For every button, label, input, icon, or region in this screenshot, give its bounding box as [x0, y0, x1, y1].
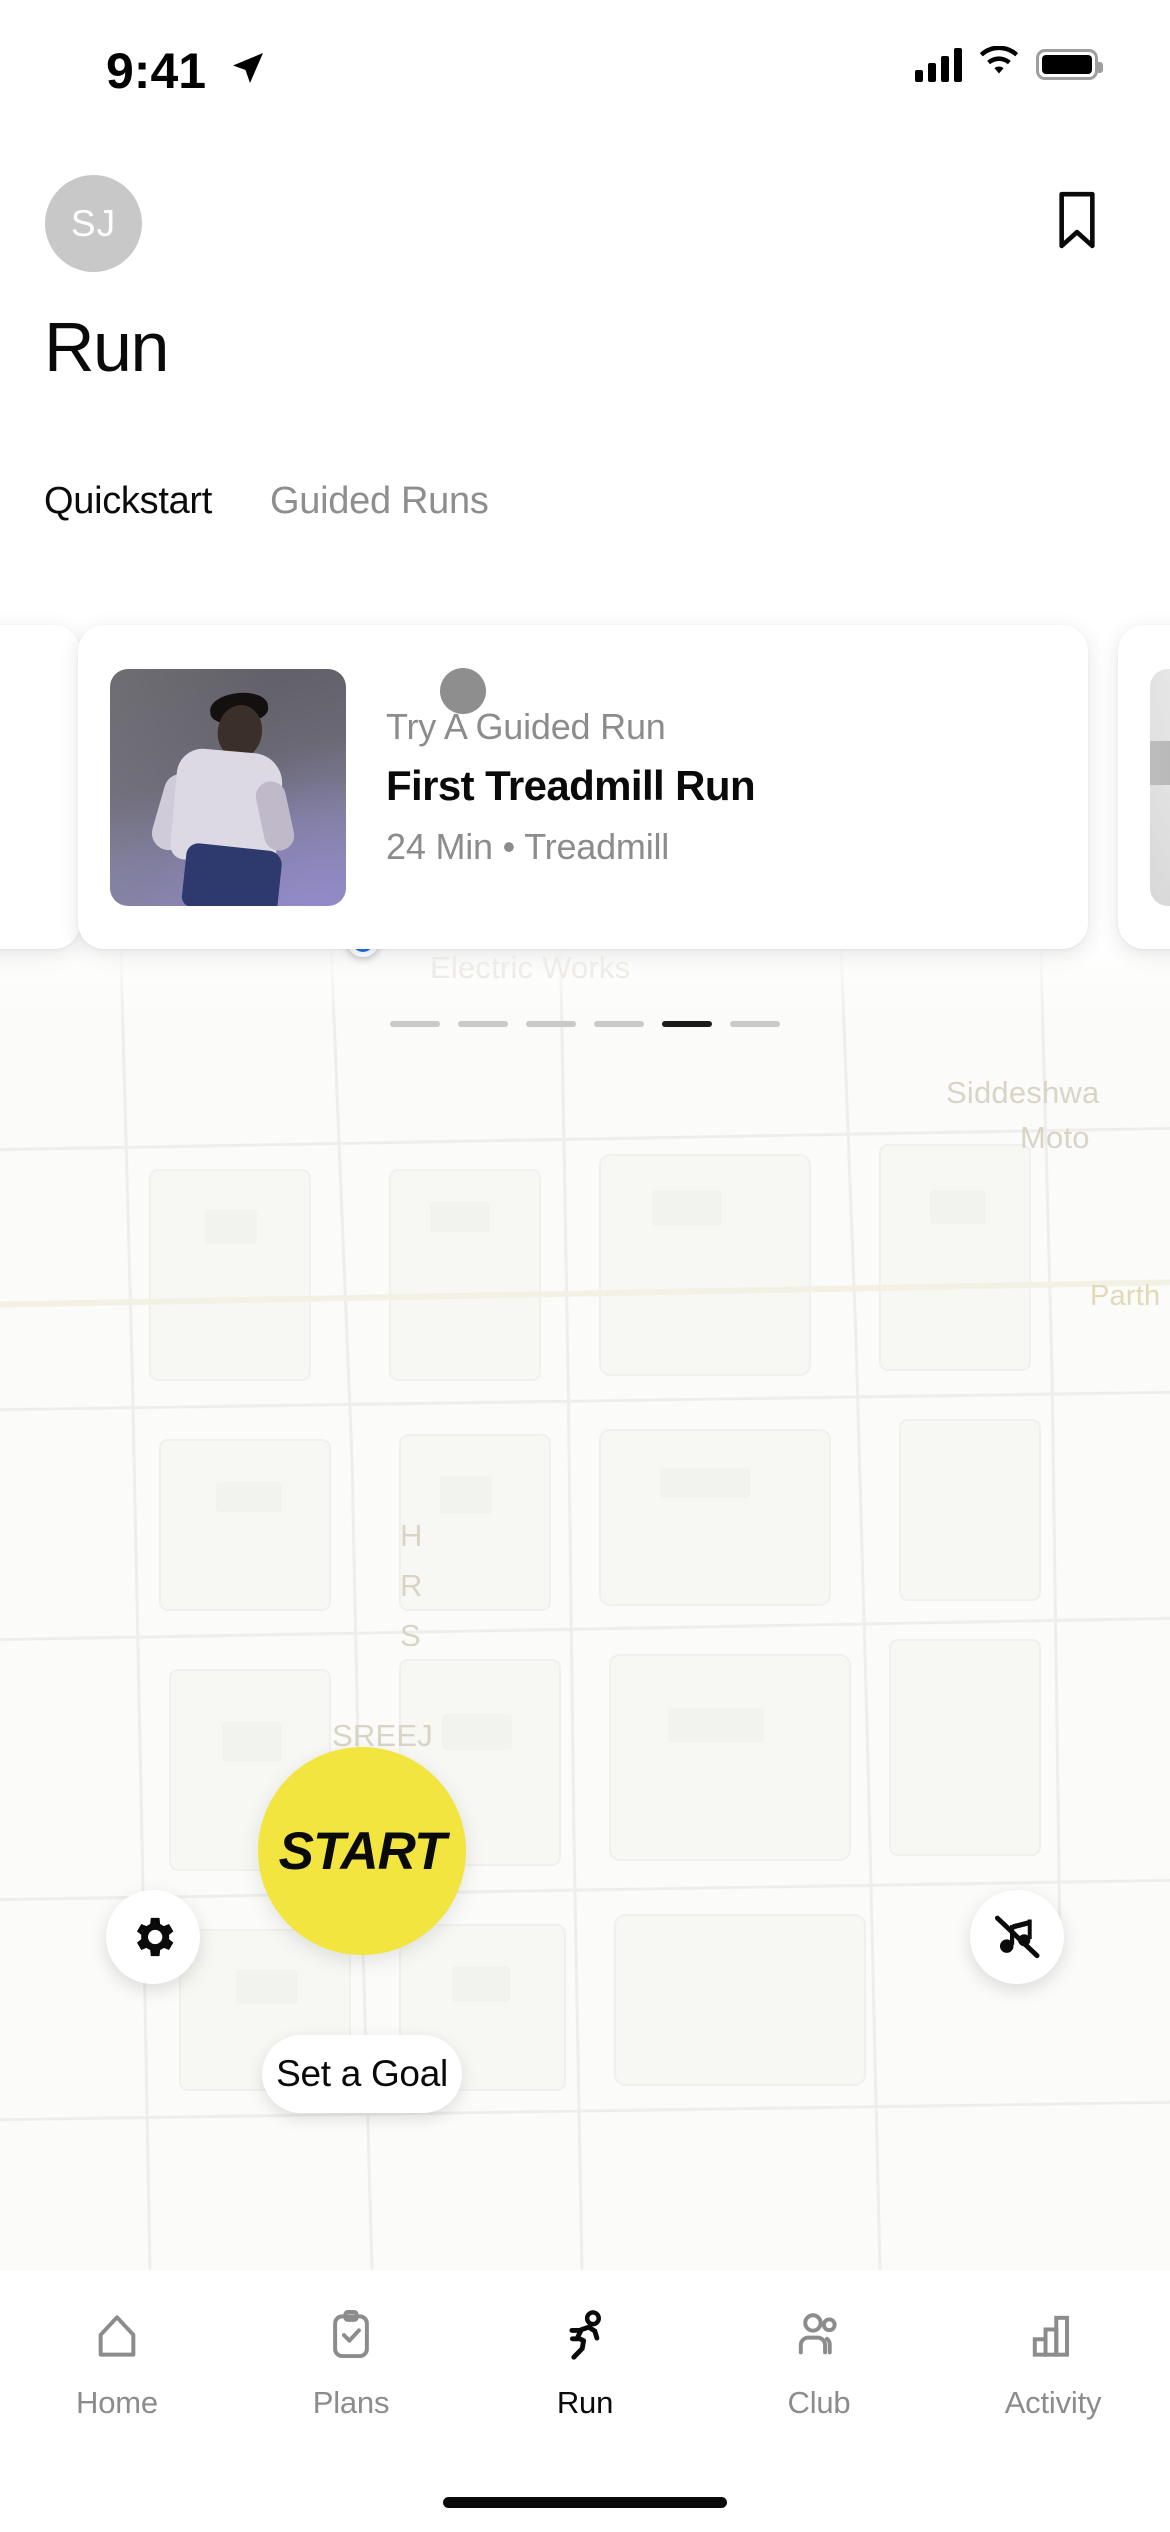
guided-run-kicker: Try A Guided Run: [386, 706, 666, 747]
nav-item-activity[interactable]: Activity: [953, 2308, 1153, 2421]
home-indicator: [443, 2497, 727, 2508]
set-goal-button[interactable]: Set a Goal: [262, 2035, 462, 2113]
start-button-label: START: [278, 1821, 447, 1881]
nav-item-plans[interactable]: Plans: [251, 2308, 451, 2421]
guided-run-card-text: Try A Guided Run First Treadmill Run 24 …: [386, 706, 756, 868]
map-label-poi: Parth: [1090, 1280, 1161, 1312]
tab-quickstart[interactable]: Quickstart: [44, 480, 212, 523]
map-label: Moto: [1020, 1120, 1090, 1155]
tab-guided-runs[interactable]: Guided Runs: [270, 480, 489, 523]
app-header: SJ: [0, 160, 1170, 280]
pager-dash[interactable]: [458, 1021, 508, 1027]
bar-chart-icon: [1025, 2308, 1081, 2369]
cellular-signal-icon: [915, 47, 962, 82]
loading-indicator-dot: [440, 668, 486, 714]
pager-dash-active[interactable]: [662, 1021, 712, 1027]
pager-dash[interactable]: [526, 1021, 576, 1027]
nav-label-activity: Activity: [1004, 2385, 1102, 2420]
map-label: S: [400, 1618, 421, 1653]
location-arrow-icon: [228, 48, 268, 93]
running-person-icon: [557, 2308, 613, 2369]
nav-label-club: Club: [787, 2385, 851, 2420]
clipboard-check-icon: [323, 2308, 379, 2369]
run-controls: START Set a Goal: [0, 1655, 1170, 2355]
map-label: Siddeshwa: [946, 1075, 1100, 1110]
status-bar: 9:41: [0, 0, 1170, 150]
bookmark-icon[interactable]: [1042, 182, 1112, 260]
tab-bar: Quickstart Guided Runs: [44, 480, 489, 523]
carousel-card-next[interactable]: [1118, 625, 1170, 949]
start-button[interactable]: START: [258, 1747, 466, 1955]
pager-dash[interactable]: [594, 1021, 644, 1027]
app-screen: 9:41 SJ Run Quickstart Guided Runs Try A…: [0, 0, 1170, 2532]
nav-label-plans: Plans: [312, 2385, 390, 2420]
pager-dash[interactable]: [390, 1021, 440, 1027]
page-title: Run: [44, 308, 169, 386]
nav-item-club[interactable]: Club: [719, 2308, 919, 2421]
guided-run-title: First Treadmill Run: [386, 762, 756, 809]
carousel-pager[interactable]: [0, 1021, 1170, 1027]
nav-label-run: Run: [556, 2385, 614, 2420]
guided-run-meta: 24 Min • Treadmill: [386, 826, 670, 867]
carousel-card-next-thumb: [1150, 669, 1170, 906]
avatar-initials: SJ: [70, 202, 117, 244]
gear-icon[interactable]: [106, 1890, 200, 1984]
guided-run-card[interactable]: Try A Guided Run First Treadmill Run 24 …: [78, 625, 1088, 949]
guided-run-carousel[interactable]: Try A Guided Run First Treadmill Run 24 …: [0, 598, 1170, 996]
carousel-card-previous[interactable]: [0, 625, 80, 949]
nav-label-home: Home: [76, 2385, 158, 2420]
music-note-off-icon[interactable]: [970, 1890, 1064, 1984]
status-bar-indicators: [915, 45, 1103, 83]
wifi-icon: [978, 45, 1020, 83]
bottom-navigation: Home Plans Run Club Activity: [0, 2270, 1170, 2532]
nav-item-home[interactable]: Home: [17, 2308, 217, 2421]
map-label: H: [400, 1518, 423, 1553]
people-icon: [791, 2308, 847, 2369]
pager-dash[interactable]: [730, 1021, 780, 1027]
nav-item-run[interactable]: Run: [485, 2308, 685, 2421]
runner-photo: [110, 668, 346, 906]
set-goal-label: Set a Goal: [276, 2053, 448, 2094]
avatar[interactable]: SJ: [45, 175, 142, 272]
battery-full-icon: [1036, 49, 1103, 80]
home-icon: [89, 2308, 145, 2369]
status-bar-time: 9:41: [106, 43, 207, 99]
map-label: R: [400, 1568, 423, 1603]
